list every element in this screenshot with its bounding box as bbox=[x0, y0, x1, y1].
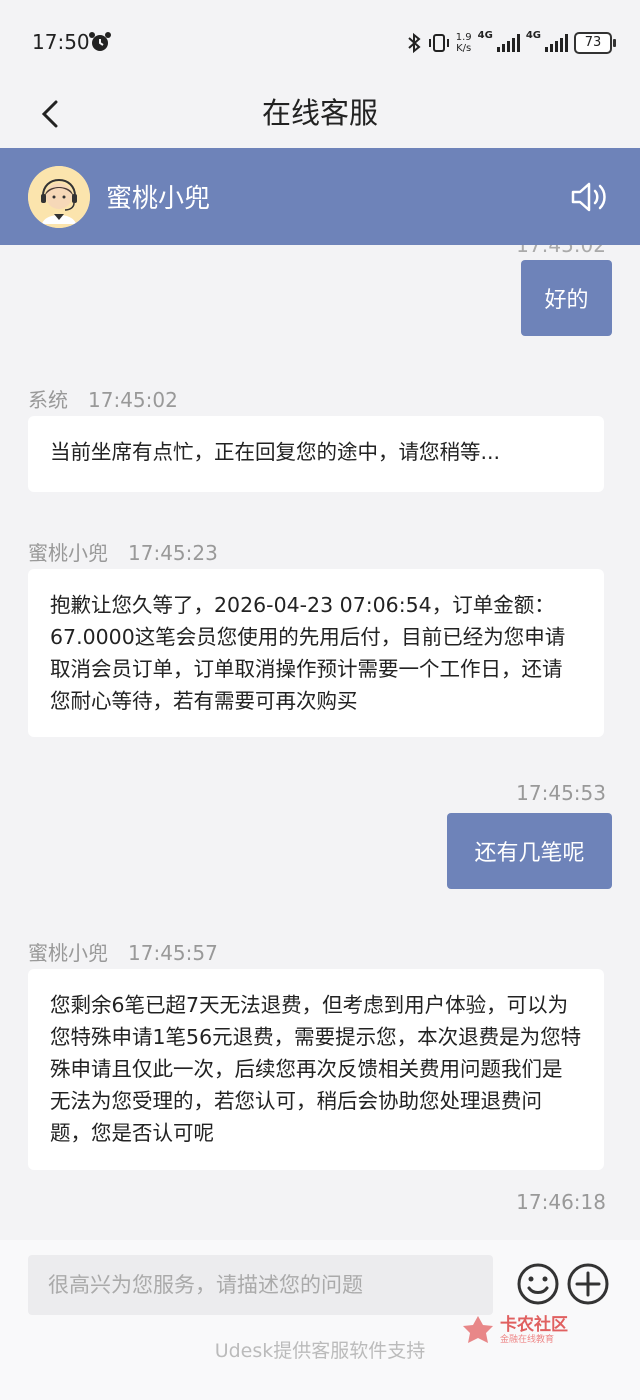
watermark-logo-icon bbox=[463, 1316, 493, 1343]
page-title: 在线客服 bbox=[261, 96, 378, 130]
watermark-subtitle: 金融在线教育 bbox=[500, 1335, 555, 1345]
message-sender: 系统 bbox=[28, 388, 68, 412]
net-speed-unit: K/s bbox=[456, 43, 472, 54]
speaker-icon[interactable] bbox=[570, 180, 610, 214]
status-time: 17:50 bbox=[32, 30, 90, 54]
watermark: 卡农社区 金融在线教育 bbox=[460, 1310, 590, 1350]
status-indicators: 1.9 K/s 4G 4G 73 bbox=[406, 28, 616, 58]
nav-bar: 在线客服 bbox=[0, 88, 640, 148]
signal-1-label: 4G bbox=[477, 29, 493, 41]
message-bubble-sent[interactable]: 好的 bbox=[521, 260, 612, 336]
agent-avatar-icon bbox=[28, 166, 90, 228]
message-bubble-sent[interactable]: 还有几笔呢 bbox=[447, 813, 612, 889]
net-speed-value: 1.9 bbox=[455, 32, 472, 43]
input-bar: Udesk提供客服软件支持 卡农社区 金融在线教育 bbox=[0, 1240, 640, 1400]
message-sender: 蜜桃小兜 bbox=[28, 941, 108, 965]
message-sender: 蜜桃小兜 bbox=[28, 541, 108, 565]
message-time: 17:45:23 bbox=[128, 541, 218, 565]
agent-header: 蜜桃小兜 bbox=[0, 148, 640, 245]
signal-2-bars-icon bbox=[545, 34, 568, 52]
agent-avatar bbox=[28, 166, 90, 228]
message-meta: 蜜桃小兜 17:45:57 bbox=[28, 937, 218, 966]
message-meta: 系统 17:45:02 bbox=[28, 384, 178, 413]
message-meta: 蜜桃小兜 17:45:23 bbox=[28, 537, 218, 566]
message-time: 17:45:53 bbox=[516, 781, 606, 805]
agent-name: 蜜桃小兜 bbox=[106, 184, 211, 214]
signal-2-label: 4G bbox=[525, 29, 541, 41]
plus-icon[interactable] bbox=[566, 1262, 610, 1306]
message-bubble-received[interactable]: 当前坐席有点忙，正在回复您的途中，请您稍等... bbox=[28, 416, 604, 492]
signal-1-bars-icon bbox=[496, 34, 520, 52]
emoji-icon[interactable] bbox=[516, 1262, 560, 1306]
message-input[interactable] bbox=[28, 1255, 493, 1315]
net-speed: 1.9 K/s bbox=[456, 32, 472, 54]
alarm-clock-icon bbox=[89, 32, 111, 51]
message-time: 17:45:57 bbox=[128, 941, 218, 965]
battery-indicator: 73 bbox=[574, 32, 616, 54]
status-bar: 17:50 1.9 K/s 4G 4G 73 bbox=[0, 0, 640, 88]
message-time: 17:45:02 bbox=[88, 388, 178, 412]
vibrate-icon bbox=[428, 34, 449, 52]
message-time: 17:45:02 bbox=[516, 245, 606, 257]
message-time: 17:46:18 bbox=[516, 1190, 606, 1214]
bluetooth-icon bbox=[408, 32, 421, 54]
message-bubble-received[interactable]: 抱歉让您久等了，2026-04-23 07:06:54，订单金额：67.0000… bbox=[28, 569, 604, 737]
message-bubble-received[interactable]: 您剩余6笔已超7天无法退费，但考虑到用户体验，可以为您特殊申请1笔56元退费，需… bbox=[28, 969, 604, 1170]
chat-area[interactable]: 17:45:02 好的 系统 17:45:02 当前坐席有点忙，正在回复您的途中，… bbox=[0, 245, 640, 1240]
